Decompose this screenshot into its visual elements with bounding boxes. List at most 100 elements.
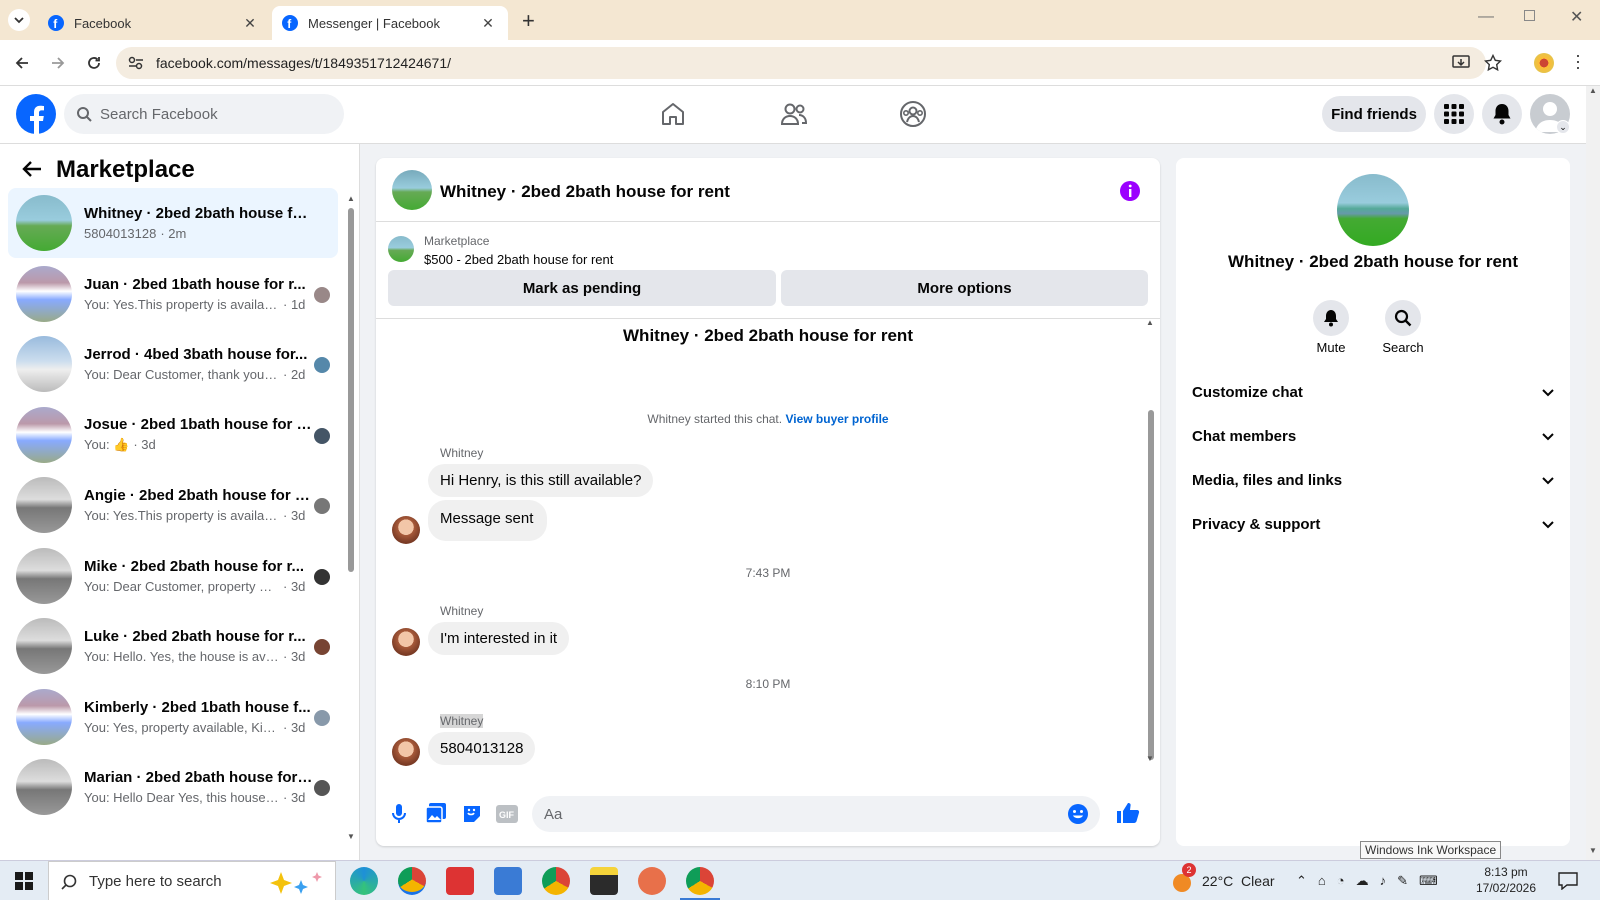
scrollbar-track[interactable]: ▲ ▼ <box>346 194 356 844</box>
notifications-button[interactable] <box>1482 94 1522 134</box>
conversation-item[interactable]: Luke · 2bed 2bath house for r... You: Hel… <box>8 611 338 681</box>
scroll-up-arrow[interactable]: ▲ <box>1146 318 1154 327</box>
cloud-icon[interactable]: ☁ <box>1356 873 1369 889</box>
mark-pending-button[interactable]: Mark as pending <box>388 270 776 306</box>
network-icon[interactable]: ◔ <box>1337 873 1345 889</box>
windows-start-icon[interactable] <box>15 872 33 890</box>
listing-detail[interactable]: $500 - 2bed 2bath house for rent <box>424 252 613 267</box>
keyboard-icon[interactable]: ⌨ <box>1419 873 1438 889</box>
more-options-button[interactable]: More options <box>781 270 1148 306</box>
media-files-links-section[interactable]: Media, files and links <box>1192 472 1554 489</box>
show-hidden-icons-icon[interactable]: ⌃ <box>1296 873 1307 889</box>
sticker-icon[interactable] <box>462 804 482 824</box>
photo-icon[interactable] <box>426 803 446 823</box>
volume-icon[interactable]: ♪ <box>1380 873 1387 889</box>
notification-center-icon[interactable] <box>1558 872 1578 890</box>
sender-avatar[interactable] <box>392 628 420 656</box>
customize-chat-section[interactable]: Customize chat <box>1192 384 1554 401</box>
conversation-time: · 3d <box>283 578 306 594</box>
minimize-button[interactable]: — <box>1478 8 1494 26</box>
taskbar-chrome-icon[interactable] <box>398 867 426 895</box>
info-avatar[interactable] <box>1337 174 1409 246</box>
facebook-logo-icon[interactable] <box>16 94 56 134</box>
listing-thumbnail[interactable] <box>388 236 414 262</box>
conversation-item[interactable]: Whitney · 2bed 2bath house for ... 580401… <box>8 188 338 258</box>
conversation-item[interactable]: Josue · 2bed 1bath house for r... You: 👍 ·… <box>8 400 338 470</box>
microphone-icon[interactable] <box>392 804 406 824</box>
search-in-chat-button[interactable] <box>1385 300 1421 336</box>
account-chevron-icon[interactable]: ⌄ <box>1556 120 1570 134</box>
conversation-item[interactable]: Marian · 2bed 2bath house for r... You: H… <box>8 752 338 822</box>
message-bubble[interactable]: I'm interested in it <box>428 622 570 655</box>
message-input[interactable]: Aa <box>532 796 1100 832</box>
scrollbar-thumb[interactable] <box>348 208 354 572</box>
site-settings-icon[interactable] <box>128 56 144 70</box>
close-tab-icon[interactable]: ✕ <box>240 15 260 32</box>
info-icon[interactable] <box>1119 180 1141 202</box>
conversation-item[interactable]: Kimberly · 2bed 1bath house f... You: Yes… <box>8 682 338 752</box>
meet-now-icon[interactable]: ⌂ <box>1318 873 1326 889</box>
thumbs-up-icon[interactable] <box>1116 802 1140 824</box>
chat-members-section[interactable]: Chat members <box>1192 428 1554 445</box>
chat-title[interactable]: Whitney · 2bed 2bath house for rent <box>440 182 730 202</box>
conversation-item[interactable]: Angie · 2bed 2bath house for rent You: Ye… <box>8 470 338 540</box>
taskbar-edge-icon[interactable] <box>350 867 378 895</box>
reload-icon[interactable] <box>85 54 103 72</box>
clock[interactable]: 8:13 pm 17/02/2026 <box>1466 864 1546 896</box>
tab-search-dropdown[interactable] <box>8 9 30 31</box>
taskbar-calculator-icon[interactable] <box>494 867 522 895</box>
facebook-search-input[interactable]: Search Facebook <box>64 94 344 134</box>
message-bubble[interactable]: Message sent <box>428 500 548 541</box>
back-arrow-icon[interactable] <box>22 160 42 178</box>
profile-avatar-icon[interactable] <box>1534 53 1554 73</box>
scroll-down-arrow[interactable]: ▼ <box>1589 846 1597 855</box>
menu-button[interactable] <box>1434 94 1474 134</box>
conversation-item[interactable]: Mike · 2bed 2bath house for r... You: Dea… <box>8 541 338 611</box>
conversation-avatar <box>16 547 72 604</box>
home-icon[interactable] <box>660 101 686 127</box>
mute-button[interactable] <box>1313 300 1349 336</box>
conversation-avatar <box>16 759 72 815</box>
taskbar-app-red-icon[interactable] <box>446 867 474 895</box>
page-scrollbar[interactable]: ▲ ▼ <box>1586 86 1600 860</box>
close-tab-icon[interactable]: ✕ <box>478 15 498 32</box>
taskbar-sticky-notes-icon[interactable] <box>590 867 618 895</box>
scroll-up-arrow[interactable]: ▲ <box>347 194 355 203</box>
scroll-down-arrow[interactable]: ▼ <box>1146 754 1154 763</box>
chat-scrollbar[interactable]: ▲ ▼ <box>1146 318 1156 900</box>
conversation-item[interactable]: Juan · 2bed 1bath house for r... You: Yes… <box>8 259 338 329</box>
sender-avatar[interactable] <box>392 516 420 544</box>
scroll-down-arrow[interactable]: ▼ <box>347 832 355 841</box>
tab-messenger[interactable]: f Messenger | Facebook ✕ <box>272 6 508 40</box>
install-app-icon[interactable] <box>1452 55 1470 71</box>
taskbar-chrome-profile-icon[interactable] <box>542 867 570 895</box>
find-friends-button[interactable]: Find friends <box>1322 96 1426 132</box>
chat-avatar[interactable] <box>392 170 432 210</box>
back-arrow-icon[interactable] <box>14 55 30 71</box>
url-field[interactable]: facebook.com/messages/t/1849351712424671… <box>116 47 1502 79</box>
taskbar-paint-icon[interactable] <box>638 867 666 895</box>
gif-icon[interactable]: GIF <box>496 804 518 824</box>
sender-avatar[interactable] <box>392 738 420 766</box>
message-bubble[interactable]: Hi Henry, is this still available? <box>428 464 654 497</box>
taskbar-chrome-active-icon[interactable] <box>686 867 714 895</box>
view-buyer-profile-link[interactable]: View buyer profile <box>785 412 888 426</box>
new-tab-button[interactable]: + <box>522 8 535 34</box>
friends-icon[interactable] <box>780 101 808 127</box>
conversation-item[interactable]: Jerrod · 4bed 3bath house for... You: Dea… <box>8 329 338 399</box>
scrollbar-thumb[interactable] <box>1148 410 1154 760</box>
privacy-support-section[interactable]: Privacy & support <box>1192 516 1554 533</box>
scroll-up-arrow[interactable]: ▲ <box>1589 86 1597 95</box>
tab-facebook[interactable]: f Facebook ✕ <box>38 6 270 40</box>
message-bubble[interactable]: 5804013128 <box>428 732 536 765</box>
groups-icon[interactable] <box>899 100 927 128</box>
restore-button[interactable] <box>1524 10 1535 21</box>
browser-menu-icon[interactable]: · · · <box>1575 46 1581 76</box>
pen-icon[interactable]: ✎ <box>1397 873 1408 889</box>
taskbar-search-box[interactable]: Type here to search <box>48 861 336 900</box>
bookmark-star-icon[interactable] <box>1484 54 1502 72</box>
close-window-button[interactable]: ✕ <box>1570 7 1583 27</box>
weather-widget[interactable]: 2 22°C Clear <box>1170 861 1275 900</box>
emoji-icon[interactable] <box>1068 804 1088 824</box>
forward-arrow-icon[interactable] <box>50 55 66 71</box>
